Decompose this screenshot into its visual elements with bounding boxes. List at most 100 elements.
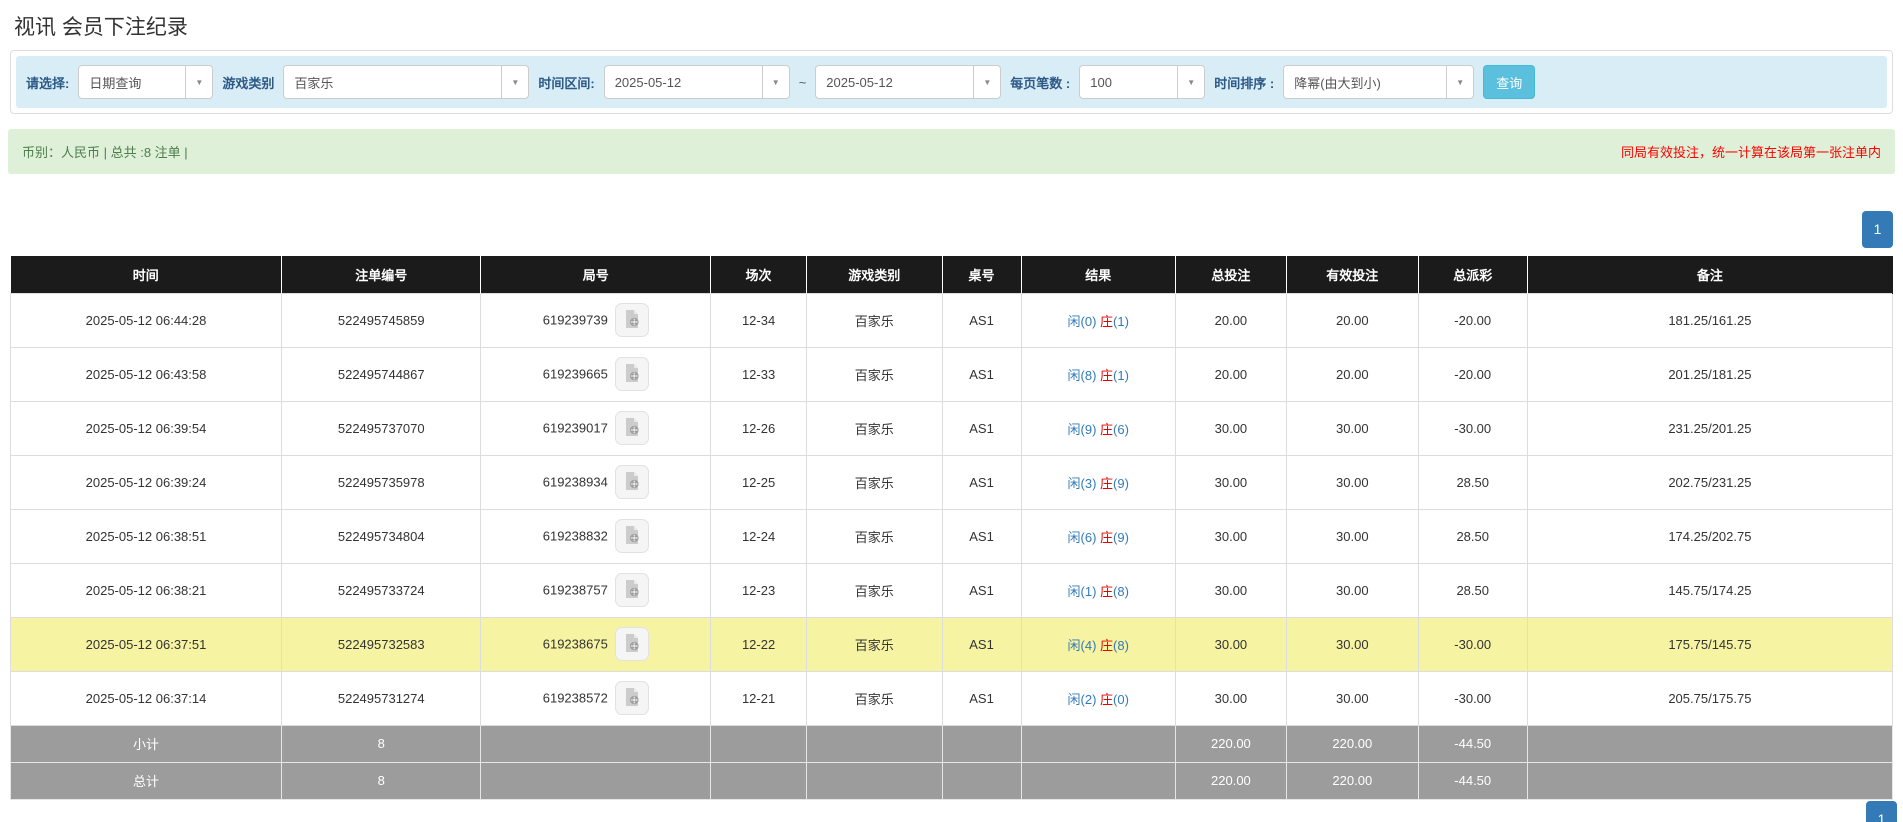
cell-time: 2025-05-12 06:44:28 (11, 293, 282, 347)
table-row[interactable]: 2025-05-12 06:44:28522495745859619239739… (11, 293, 1893, 347)
cell-session: 12-24 (711, 509, 807, 563)
query-type-select[interactable]: 日期查询 ▼ (78, 65, 213, 99)
footer-empty-cell (942, 762, 1021, 799)
cell-payout: 28.50 (1418, 509, 1527, 563)
footer-row: 总计8220.00220.00-44.50 (11, 762, 1893, 799)
sort-order-value: 降幂(由大到小) (1284, 66, 1446, 98)
query-type-label: 请选择: (26, 73, 69, 92)
footer-count: 8 (282, 762, 481, 799)
cell-bet-id: 522495737070 (282, 401, 481, 455)
footer-payout: -44.50 (1418, 762, 1527, 799)
game-type-select[interactable]: 百家乐 ▼ (283, 65, 529, 99)
cell-game-type: 百家乐 (807, 671, 943, 725)
result-banker-label: 庄 (1100, 530, 1113, 545)
page-size-value: 100 (1080, 66, 1177, 98)
result-banker-count: (9) (1113, 476, 1129, 491)
video-replay-button[interactable] (615, 573, 649, 607)
video-replay-button[interactable] (615, 681, 649, 715)
cell-total-bet: 20.00 (1175, 293, 1286, 347)
video-replay-button[interactable] (615, 303, 649, 337)
column-header: 局号 (481, 256, 711, 293)
table-row[interactable]: 2025-05-12 06:39:24522495735978619238934… (11, 455, 1893, 509)
cell-round-id: 619238675 (481, 617, 711, 671)
cell-game-type: 百家乐 (807, 455, 943, 509)
footer-empty-cell (1527, 725, 1892, 762)
table-row[interactable]: 2025-05-12 06:43:58522495744867619239665… (11, 347, 1893, 401)
video-replay-button[interactable] (615, 519, 649, 553)
result-player: 闲(2) (1068, 692, 1097, 707)
cell-session: 12-23 (711, 563, 807, 617)
result-player: 闲(8) (1068, 368, 1097, 383)
chevron-down-icon: ▼ (501, 66, 528, 98)
table-header-row: 时间注单编号局号场次游戏类别桌号结果总投注有效投注总派彩备注 (11, 256, 1893, 293)
round-number: 619238757 (543, 583, 608, 598)
date-to-select[interactable]: 2025-05-12 ▼ (815, 65, 1001, 99)
page-title: 视讯 会员下注纪录 (0, 0, 1903, 41)
cell-bet-id: 522495733724 (282, 563, 481, 617)
cell-valid-bet: 30.00 (1286, 617, 1418, 671)
page-1-button[interactable]: 1 (1862, 211, 1893, 248)
cell-round-id: 619238757 (481, 563, 711, 617)
cell-bet-id: 522495745859 (282, 293, 481, 347)
footer-label: 总计 (11, 762, 282, 799)
cell-bet-id: 522495744867 (282, 347, 481, 401)
round-number: 619239665 (543, 367, 608, 382)
cell-table-no: AS1 (942, 617, 1021, 671)
table-row[interactable]: 2025-05-12 06:38:21522495733724619238757… (11, 563, 1893, 617)
footer-valid-bet: 220.00 (1286, 725, 1418, 762)
video-replay-button[interactable] (615, 411, 649, 445)
table-row[interactable]: 2025-05-12 06:37:14522495731274619238572… (11, 671, 1893, 725)
cell-game-type: 百家乐 (807, 509, 943, 563)
column-header: 场次 (711, 256, 807, 293)
pagination-top: 1 (10, 211, 1893, 248)
column-header: 桌号 (942, 256, 1021, 293)
search-button[interactable]: 查询 (1483, 65, 1535, 99)
footer-empty-cell (711, 762, 807, 799)
table-row[interactable]: 2025-05-12 06:37:51522495732583619238675… (11, 617, 1893, 671)
cell-session: 12-22 (711, 617, 807, 671)
round-number: 619238572 (543, 691, 608, 706)
cell-session: 12-33 (711, 347, 807, 401)
chevron-down-icon: ▼ (973, 66, 1000, 98)
page-size-select[interactable]: 100 ▼ (1079, 65, 1205, 99)
cell-remark: 181.25/161.25 (1527, 293, 1892, 347)
column-header: 总派彩 (1418, 256, 1527, 293)
cell-round-id: 619239665 (481, 347, 711, 401)
result-player: 闲(6) (1068, 530, 1097, 545)
footer-payout: -44.50 (1418, 725, 1527, 762)
round-number: 619239017 (543, 421, 608, 436)
video-replay-button[interactable] (615, 465, 649, 499)
video-replay-button[interactable] (615, 627, 649, 661)
table-row[interactable]: 2025-05-12 06:39:54522495737070619239017… (11, 401, 1893, 455)
sort-order-select[interactable]: 降幂(由大到小) ▼ (1283, 65, 1474, 99)
cell-time: 2025-05-12 06:37:14 (11, 671, 282, 725)
film-icon (622, 309, 642, 332)
film-icon (622, 687, 642, 710)
date-from-select[interactable]: 2025-05-12 ▼ (604, 65, 790, 99)
cell-valid-bet: 30.00 (1286, 401, 1418, 455)
game-type-label: 游戏类别 (222, 73, 274, 92)
page-1-button[interactable]: 1 (1866, 801, 1897, 822)
result-banker-count: (8) (1113, 584, 1129, 599)
cell-result: 闲(3) 庄(9) (1021, 455, 1175, 509)
cell-remark: 145.75/174.25 (1527, 563, 1892, 617)
filter-bar: 请选择: 日期查询 ▼ 游戏类别 百家乐 ▼ 时间区间: 2025-05-12 … (16, 56, 1887, 108)
cell-table-no: AS1 (942, 401, 1021, 455)
cell-result: 闲(2) 庄(0) (1021, 671, 1175, 725)
cell-valid-bet: 30.00 (1286, 455, 1418, 509)
result-banker-label: 庄 (1100, 368, 1113, 383)
table-row[interactable]: 2025-05-12 06:38:51522495734804619238832… (11, 509, 1893, 563)
cell-remark: 202.75/231.25 (1527, 455, 1892, 509)
cell-remark: 174.25/202.75 (1527, 509, 1892, 563)
cell-remark: 231.25/201.25 (1527, 401, 1892, 455)
column-header: 时间 (11, 256, 282, 293)
video-replay-button[interactable] (615, 357, 649, 391)
cell-game-type: 百家乐 (807, 347, 943, 401)
column-header: 注单编号 (282, 256, 481, 293)
column-header: 结果 (1021, 256, 1175, 293)
cell-total-bet: 30.00 (1175, 509, 1286, 563)
summary-bar: 币别：人民币 | 总共 :8 注单 | 同局有效投注，统一计算在该局第一张注单内 (8, 129, 1895, 174)
page: 视讯 会员下注纪录 请选择: 日期查询 ▼ 游戏类别 百家乐 ▼ 时间区间: 2… (0, 0, 1903, 822)
cell-result: 闲(8) 庄(1) (1021, 347, 1175, 401)
date-range-separator: ~ (799, 75, 807, 90)
